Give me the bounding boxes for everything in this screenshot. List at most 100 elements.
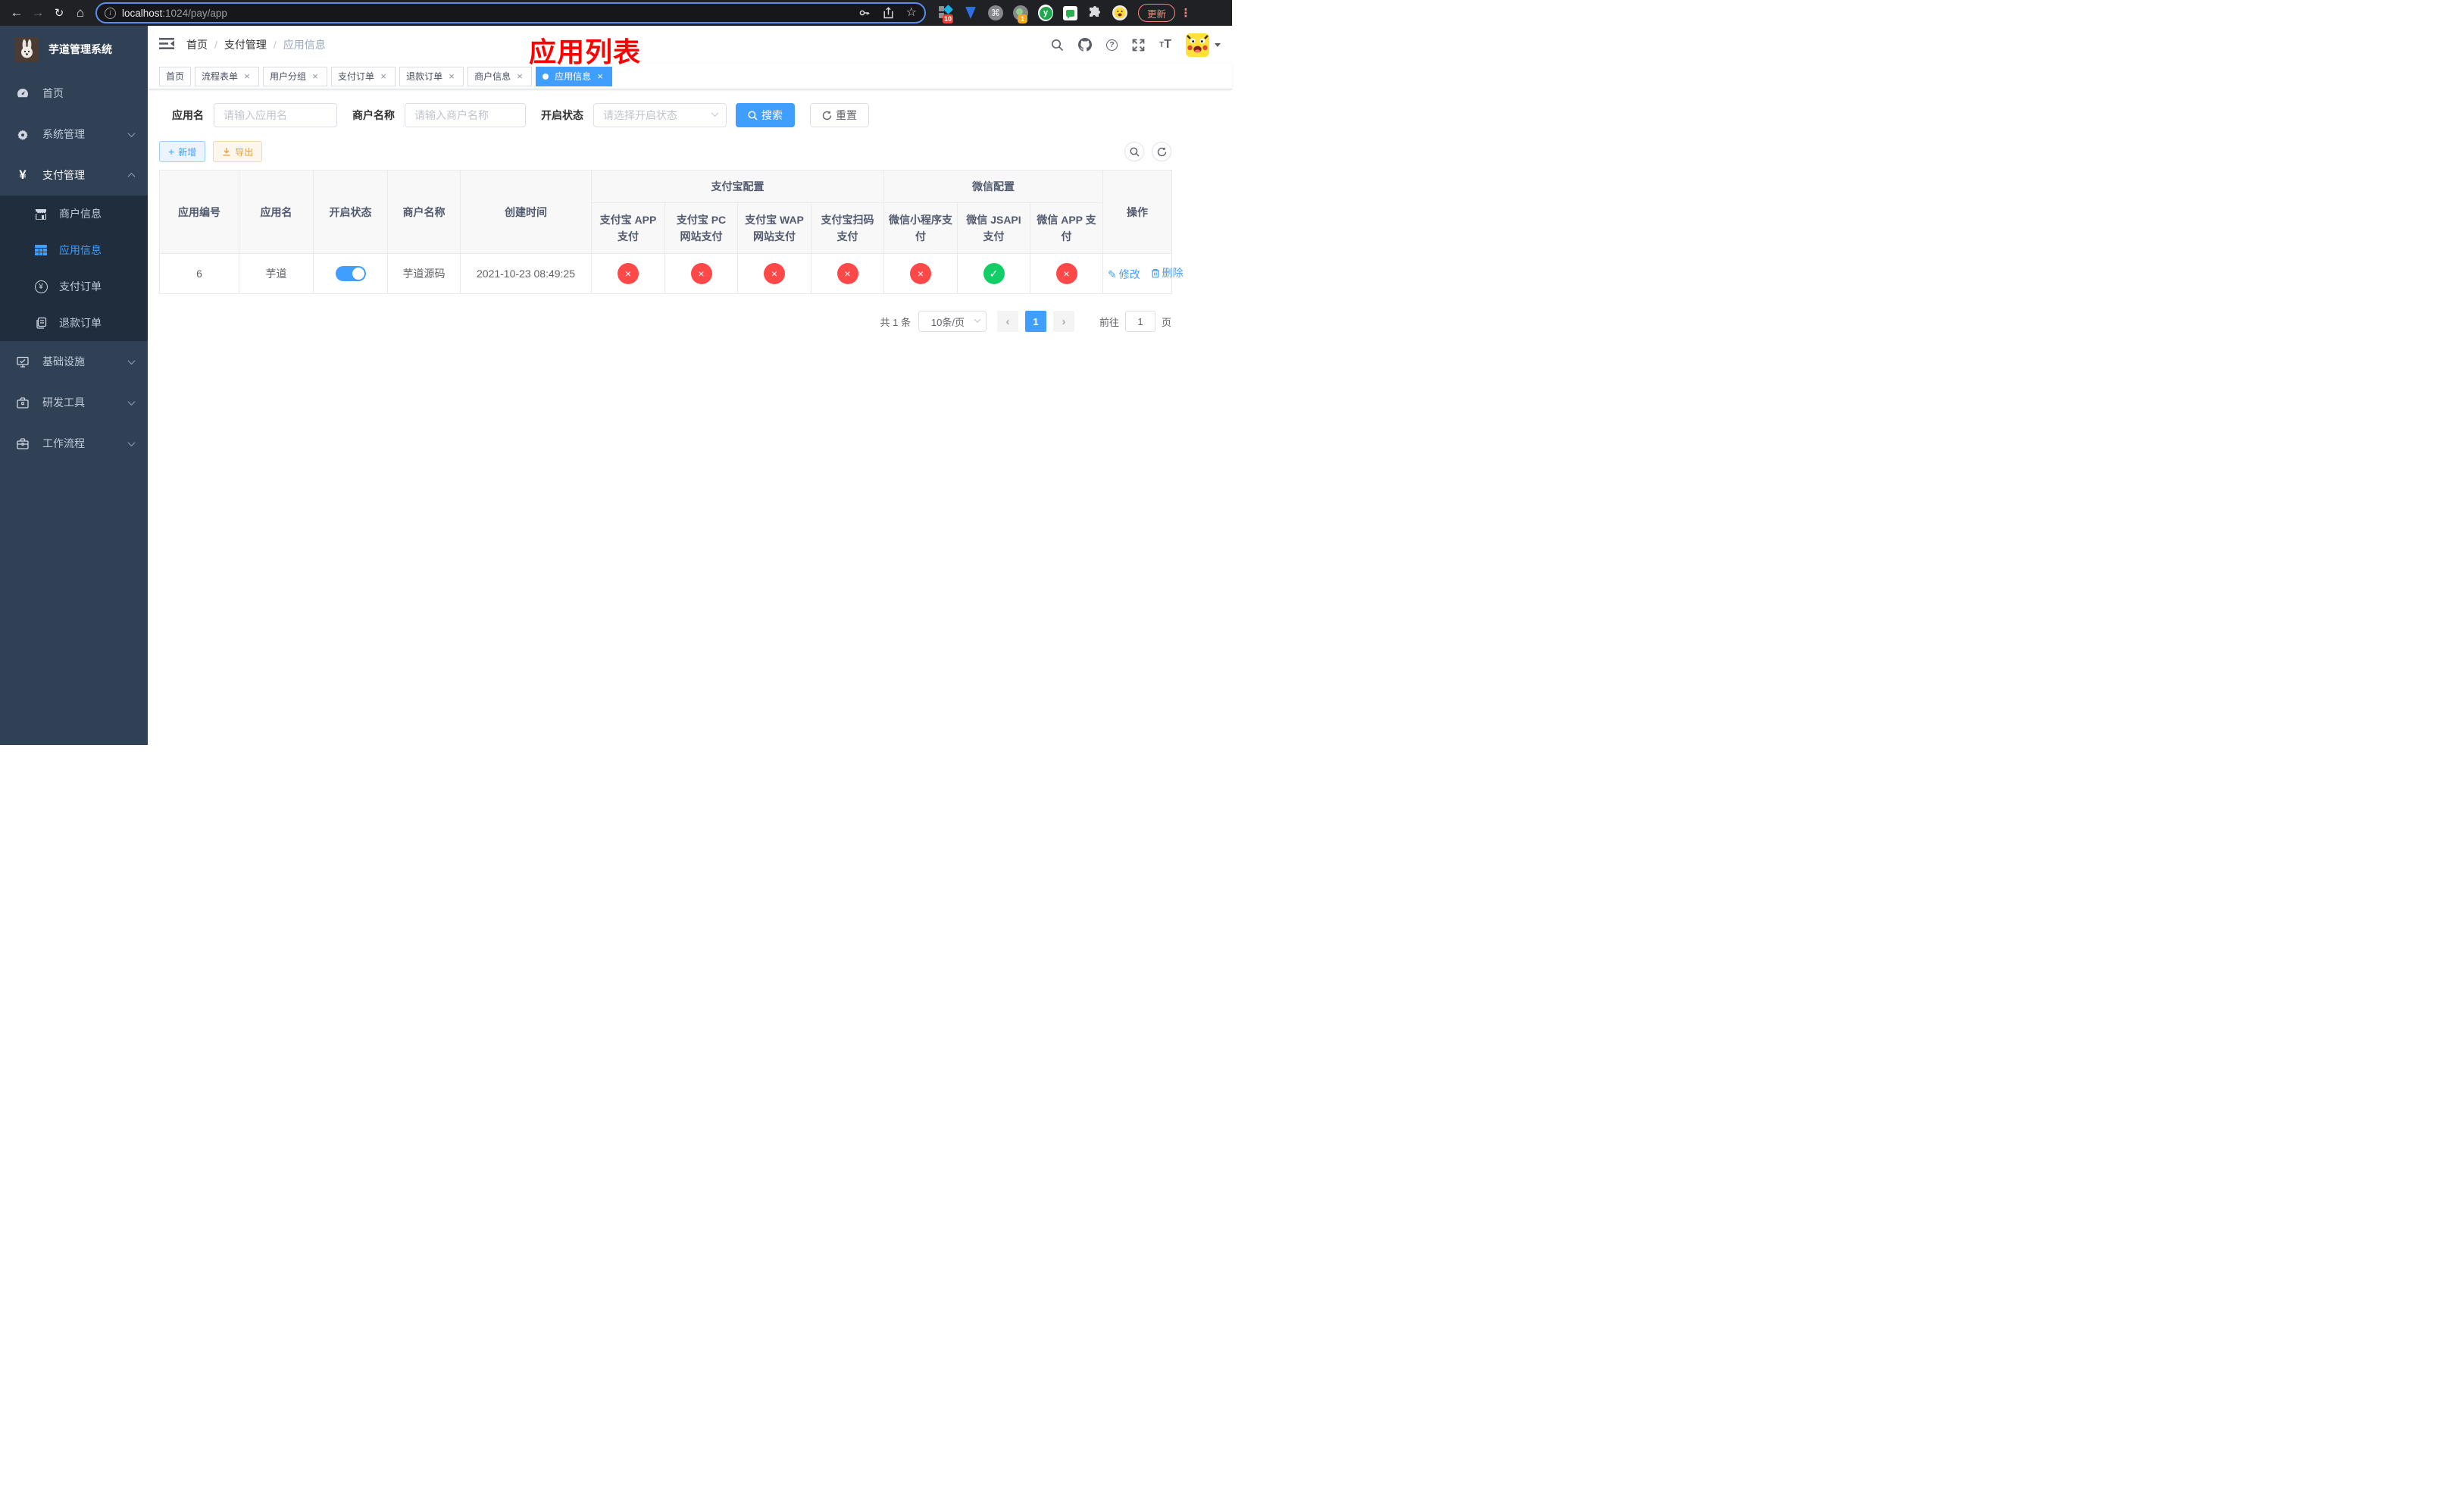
export-button[interactable]: 导出 bbox=[213, 141, 263, 162]
status-alipay-app[interactable]: × bbox=[618, 263, 639, 284]
extensions-puzzle-icon[interactable] bbox=[1087, 5, 1102, 20]
payment-submenu: 商户信息 应用信息 ¥ 支付订单 退款订单 bbox=[0, 196, 148, 341]
add-button[interactable]: + 新增 bbox=[159, 141, 206, 162]
tab-pay-orders[interactable]: 支付订单 × bbox=[331, 66, 396, 86]
tab-merchant-info[interactable]: 商户信息 × bbox=[467, 66, 533, 86]
sidebar-item-label: 商户信息 bbox=[59, 208, 102, 220]
share-icon[interactable] bbox=[883, 7, 894, 19]
breadcrumb-home[interactable]: 首页 bbox=[186, 37, 208, 52]
status-wx-jsapi[interactable]: ✓ bbox=[983, 263, 1005, 284]
table-row: 6 芋道 芋道源码 2021-10-23 08:49:25 × × × × × … bbox=[159, 253, 1184, 294]
sidebar-item-system[interactable]: 系统管理 bbox=[0, 114, 148, 155]
tags-view-bar: 首页 流程表单 × 用户分组 × 支付订单 × 退款订单 × 商户信息 × 应用… bbox=[148, 64, 1232, 89]
blocks-extension-icon[interactable]: 10 bbox=[938, 5, 954, 23]
briefcase-icon bbox=[16, 437, 30, 449]
cell-status bbox=[313, 253, 388, 294]
col-wx-jsapi: 微信 JSAPI 支付 bbox=[957, 202, 1030, 254]
y-extension-icon[interactable]: y bbox=[1038, 5, 1053, 21]
status-wx-mini[interactable]: × bbox=[910, 263, 931, 284]
header-search-icon[interactable] bbox=[1051, 39, 1064, 52]
refresh-table-button[interactable] bbox=[1152, 142, 1171, 161]
bookmark-star-icon[interactable]: ☆ bbox=[906, 7, 917, 19]
close-icon[interactable]: × bbox=[378, 71, 389, 82]
close-icon[interactable]: × bbox=[595, 71, 605, 82]
sidebar-item-dev-tools[interactable]: 研发工具 bbox=[0, 382, 148, 423]
status-alipay-wap[interactable]: × bbox=[764, 263, 785, 284]
close-icon[interactable]: × bbox=[242, 71, 252, 82]
help-icon[interactable]: ? bbox=[1106, 39, 1118, 51]
prev-page-button[interactable]: ‹ bbox=[996, 311, 1018, 332]
sidebar-item-label: 退款订单 bbox=[59, 317, 102, 329]
close-icon[interactable]: × bbox=[310, 71, 321, 82]
status-alipay-pc[interactable]: × bbox=[690, 263, 712, 284]
address-bar[interactable]: i localhost:1024/pay/app ☆ bbox=[95, 2, 926, 23]
tab-user-group[interactable]: 用户分组 × bbox=[263, 66, 328, 86]
sidebar-item-workflow[interactable]: 工作流程 bbox=[0, 423, 148, 464]
tab-refund-orders[interactable]: 退款订单 × bbox=[399, 66, 464, 86]
close-icon[interactable]: × bbox=[514, 71, 525, 82]
close-icon[interactable]: × bbox=[446, 71, 457, 82]
sidebar-item-label: 支付管理 bbox=[42, 169, 85, 181]
status-wx-app[interactable]: × bbox=[1055, 263, 1077, 284]
command-extension-icon[interactable]: ⌘ bbox=[988, 5, 1003, 20]
status-label: 开启状态 bbox=[541, 109, 583, 121]
site-info-icon[interactable]: i bbox=[105, 7, 116, 19]
col-status: 开启状态 bbox=[313, 170, 388, 254]
password-key-icon[interactable] bbox=[858, 7, 871, 19]
browser-chrome: ← → ↻ ⌂ i localhost:1024/pay/app ☆ 10 ⌘ … bbox=[0, 0, 1232, 26]
sidebar-item-refund-orders[interactable]: 退款订单 bbox=[0, 305, 148, 341]
breadcrumb: 首页 / 支付管理 / 应用信息 bbox=[186, 37, 326, 52]
status-alipay-qr[interactable]: × bbox=[836, 263, 858, 284]
url-text[interactable]: localhost:1024/pay/app bbox=[122, 8, 852, 19]
browser-back-button[interactable]: ← bbox=[6, 2, 27, 23]
avatar-caret-icon bbox=[1215, 42, 1221, 50]
toolbox-icon bbox=[16, 396, 30, 408]
sidebar-logo[interactable]: 芋道管理系统 bbox=[0, 26, 148, 73]
merchant-name-label: 商户名称 bbox=[352, 109, 395, 121]
browser-forward-button[interactable]: → bbox=[27, 2, 48, 23]
chevron-down-icon bbox=[127, 438, 136, 446]
emoji-avatar-icon[interactable] bbox=[1112, 5, 1127, 20]
sidebar-item-pay-orders[interactable]: ¥ 支付订单 bbox=[0, 268, 148, 305]
tab-process-form[interactable]: 流程表单 × bbox=[195, 66, 260, 86]
search-button[interactable]: 搜索 bbox=[736, 103, 795, 127]
user-avatar[interactable] bbox=[1186, 33, 1221, 57]
cell-merchant: 芋道源码 bbox=[387, 253, 461, 294]
col-app-id: 应用编号 bbox=[159, 170, 239, 254]
browser-menu-icon[interactable]: ⋮ bbox=[1178, 6, 1193, 20]
filter-form: 应用名 商户名称 开启状态 搜索 bbox=[172, 103, 1232, 127]
table-toolbar: + 新增 导出 bbox=[159, 141, 1171, 162]
url-path: :1024/pay/app bbox=[162, 7, 227, 19]
edit-link[interactable]: ✎ 修改 bbox=[1108, 267, 1140, 282]
sidebar-item-infrastructure[interactable]: 基础设施 bbox=[0, 341, 148, 382]
breadcrumb-current: 应用信息 bbox=[283, 39, 326, 51]
status-toggle[interactable] bbox=[335, 266, 366, 281]
page-1-button[interactable]: 1 bbox=[1024, 311, 1046, 332]
recorder-extension-icon[interactable]: 1 bbox=[1013, 5, 1028, 23]
gear-icon bbox=[16, 128, 30, 140]
extension-toolbar: 10 ⌘ 1 y bbox=[938, 5, 1127, 23]
toggle-search-button[interactable] bbox=[1124, 142, 1144, 161]
browser-home-button[interactable]: ⌂ bbox=[70, 2, 91, 23]
goto-page-input[interactable] bbox=[1124, 311, 1155, 332]
font-size-icon[interactable]: TT bbox=[1159, 38, 1171, 52]
kite-extension-icon[interactable] bbox=[963, 5, 978, 20]
browser-update-button[interactable]: 更新 bbox=[1138, 4, 1176, 22]
status-select[interactable] bbox=[593, 103, 727, 127]
next-page-button[interactable]: › bbox=[1052, 311, 1074, 332]
chat-extension-icon[interactable] bbox=[1063, 5, 1077, 20]
app-name-input[interactable] bbox=[214, 103, 337, 127]
sidebar-item-merchant-info[interactable]: 商户信息 bbox=[0, 196, 148, 232]
sidebar-item-home[interactable]: 首页 bbox=[0, 73, 148, 114]
sidebar-item-payment[interactable]: ¥ 支付管理 bbox=[0, 155, 148, 196]
fullscreen-icon[interactable] bbox=[1132, 39, 1145, 52]
github-icon[interactable] bbox=[1078, 38, 1093, 52]
browser-reload-button[interactable]: ↻ bbox=[48, 2, 70, 23]
sidebar-collapse-icon[interactable] bbox=[159, 37, 174, 52]
reset-button[interactable]: 重置 bbox=[810, 103, 869, 127]
merchant-name-input[interactable] bbox=[405, 103, 526, 127]
tab-home[interactable]: 首页 bbox=[159, 66, 192, 86]
delete-link[interactable]: 删除 bbox=[1151, 265, 1184, 280]
page-size-select[interactable] bbox=[918, 311, 987, 332]
sidebar-item-app-info[interactable]: 应用信息 bbox=[0, 232, 148, 268]
